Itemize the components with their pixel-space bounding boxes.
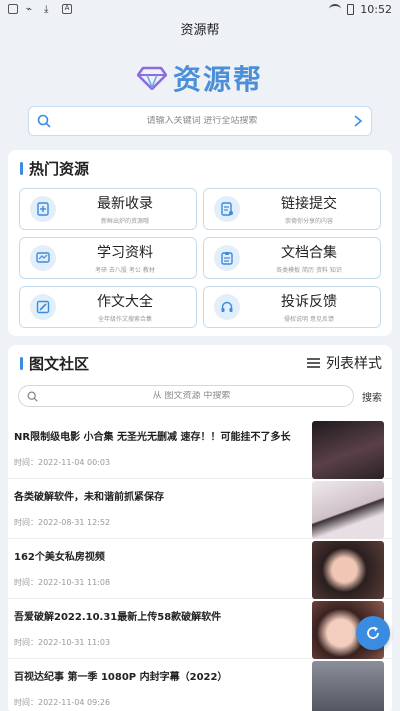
post-thumbnail[interactable]: [312, 661, 384, 711]
tile-essay[interactable]: 作文大全全年级作文搜索合集: [19, 286, 197, 328]
tile-doc-collection[interactable]: 文档合集各类模板 简历 资料 知识: [203, 237, 381, 279]
search-icon[interactable]: [37, 114, 51, 128]
post-title[interactable]: 162个美女私房视频: [14, 548, 306, 563]
a-icon: A: [62, 4, 72, 14]
tile-latest[interactable]: 最新收录新鲜出炉的资源哦: [19, 188, 197, 230]
tile-sub: 考研 去八股 考公 教材: [95, 267, 155, 274]
link-submit-icon: [214, 196, 240, 222]
refresh-icon: [367, 626, 379, 639]
tile-sub: 各类模板 简历 资料 知识: [276, 267, 342, 274]
community-search-box[interactable]: [18, 385, 354, 407]
tile-label: 文档合集: [281, 245, 337, 261]
global-search-input[interactable]: [51, 116, 353, 126]
logo: 资源帮: [0, 58, 400, 98]
tile-label: 最新收录: [97, 196, 153, 212]
hot-resources-title-wrap: 热门资源: [20, 158, 89, 179]
post-thumbnail[interactable]: [312, 421, 384, 479]
post-thumbnail[interactable]: [312, 481, 384, 539]
tile-study[interactable]: 学习资料考研 去八股 考公 教材: [19, 237, 197, 279]
chevron-right-icon[interactable]: [353, 114, 363, 128]
post-thumbnail[interactable]: [312, 541, 384, 599]
list-item[interactable]: NR限制级电影 小合集 无圣光无删减 速存！！可能挂不了多长 时间：2022-1…: [8, 419, 392, 479]
community-title-wrap: 图文社区: [20, 353, 89, 374]
tile-link-submit[interactable]: 链接提交崇倚你分享的内容: [203, 188, 381, 230]
app-icon: [8, 4, 18, 14]
study-icon: [30, 245, 56, 271]
logo-text: 资源帮: [172, 63, 263, 96]
diamond-icon: [136, 66, 167, 90]
list-item[interactable]: 各类破解软件，未和谐前抓紧保存 时间：2022-08-31 12:52: [8, 479, 392, 539]
new-doc-icon: [30, 196, 56, 222]
tile-sub: 新鲜出炉的资源哦: [100, 218, 149, 225]
status-time: 10:52: [360, 2, 392, 16]
hot-resources-title: 热门资源: [29, 159, 90, 178]
hot-resources-section: 热门资源 最新收录新鲜出炉的资源哦 链接提交崇倚你分享的内容 学习资料考研 去八…: [8, 150, 392, 336]
app-title: 资源帮: [180, 23, 220, 38]
section-accent-bar: [20, 356, 23, 370]
wifi-icon: [329, 4, 342, 14]
status-icons-right: 10:52: [329, 3, 392, 16]
post-list: NR限制级电影 小合集 无圣光无删减 速存！！可能挂不了多长 时间：2022-1…: [8, 419, 392, 711]
post-time: 时间：2022-08-31 12:52: [14, 518, 111, 527]
tile-sub: 侵权说明 意见反馈: [284, 316, 334, 323]
post-time: 时间：2022-10-31 11:03: [14, 638, 111, 647]
hot-resources-grid: 最新收录新鲜出炉的资源哦 链接提交崇倚你分享的内容 学习资料考研 去八股 考公 …: [8, 186, 392, 328]
tile-label: 学习资料: [97, 245, 153, 261]
doc-collection-icon: [214, 245, 240, 271]
list-item[interactable]: 162个美女私房视频 时间：2022-10-31 11:08: [8, 539, 392, 599]
post-time: 时间：2022-11-04 09:26: [14, 698, 111, 707]
global-search-bar[interactable]: [28, 106, 372, 136]
list-mode-toggle[interactable]: 列表样式: [307, 353, 382, 373]
community-search-input[interactable]: [38, 391, 345, 401]
list-icon: [307, 358, 320, 368]
headset-icon: [214, 294, 240, 320]
post-title[interactable]: 百视达纪事 第一季 1080P 内封字幕（2022）: [14, 668, 306, 683]
section-accent-bar: [20, 161, 23, 175]
community-search-button[interactable]: 搜索: [362, 389, 382, 404]
tile-sub: 崇倚你分享的内容: [284, 218, 333, 225]
tile-label: 链接提交: [281, 196, 337, 212]
status-bar: ⌁ ⤓ A 10:52: [0, 0, 400, 18]
post-title[interactable]: 吾爱破解2022.10.31最新上传58款破解软件: [14, 608, 306, 623]
search-icon: [27, 391, 38, 402]
post-title[interactable]: NR限制级电影 小合集 无圣光无删减 速存！！可能挂不了多长: [14, 428, 306, 443]
list-item[interactable]: 吾爱破解2022.10.31最新上传58款破解软件 时间：2022-10-31 …: [8, 599, 392, 659]
status-icons-left: ⌁ ⤓ A: [8, 4, 72, 15]
download-icon: ⤓: [44, 4, 49, 15]
usb-icon: ⌁: [26, 4, 33, 15]
post-time: 时间：2022-11-04 00:03: [14, 458, 111, 467]
tile-feedback[interactable]: 投诉反馈侵权说明 意见反馈: [203, 286, 381, 328]
essay-icon: [30, 294, 56, 320]
post-title[interactable]: 各类破解软件，未和谐前抓紧保存: [14, 488, 306, 503]
refresh-button[interactable]: [356, 616, 390, 650]
tile-label: 作文大全: [97, 294, 153, 310]
list-mode-label: 列表样式: [326, 356, 382, 372]
battery-icon: [347, 3, 355, 15]
list-item[interactable]: 百视达纪事 第一季 1080P 内封字幕（2022） 时间：2022-11-04…: [8, 659, 392, 711]
community-title: 图文社区: [29, 354, 90, 373]
tile-label: 投诉反馈: [281, 294, 337, 310]
tile-sub: 全年级作文搜索合集: [97, 316, 152, 323]
community-section: 图文社区 列表样式 搜索 NR限制级电影 小合集 无圣光无删减 速存！！可能挂不…: [8, 345, 392, 711]
community-search-bar: 搜索: [8, 383, 392, 409]
post-time: 时间：2022-10-31 11:08: [14, 578, 111, 587]
